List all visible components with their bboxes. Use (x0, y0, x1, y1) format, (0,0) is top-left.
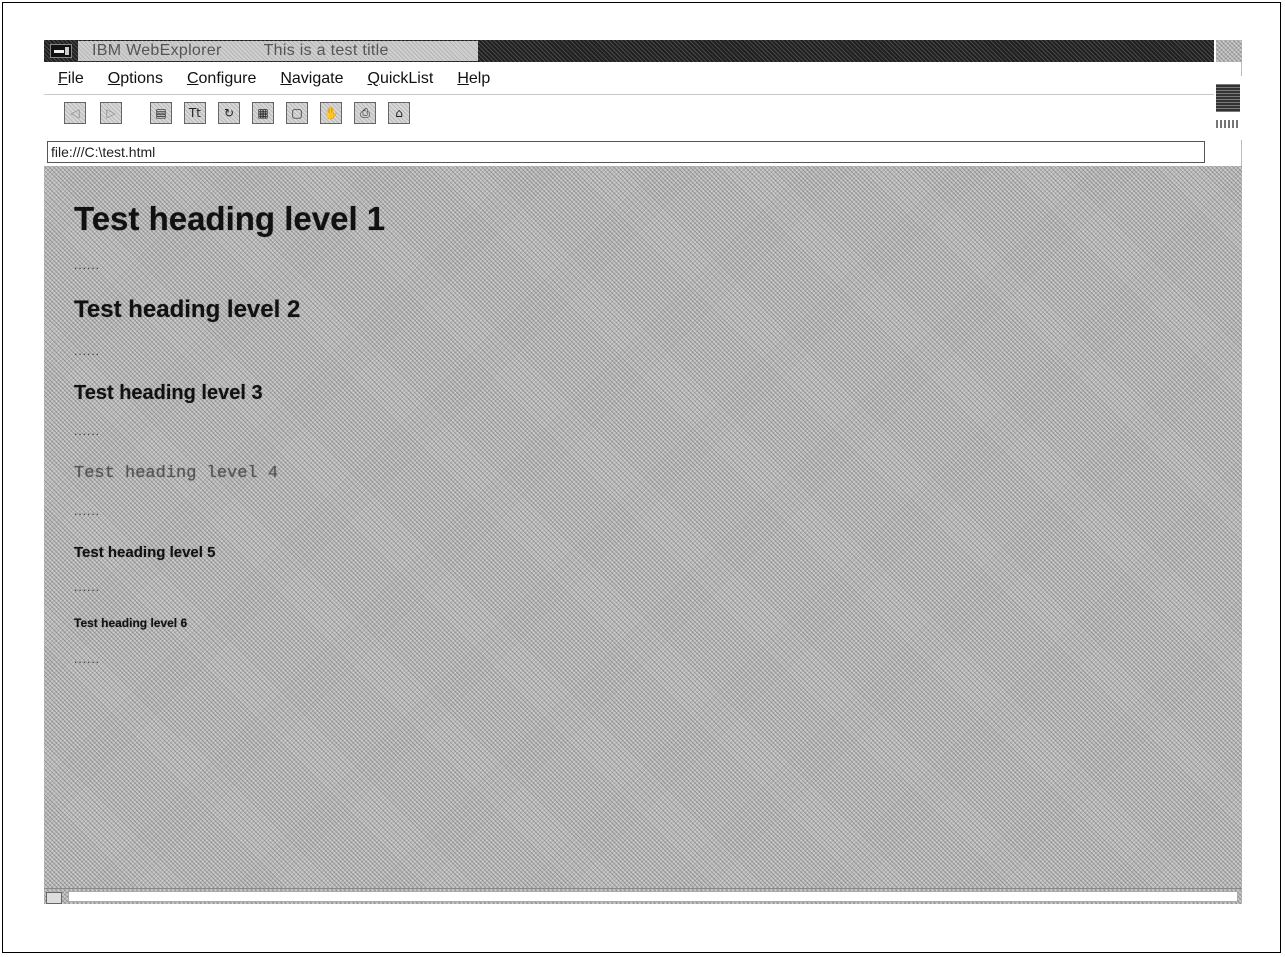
stop-button[interactable]: ✋ (320, 102, 342, 124)
progress-icon (1216, 120, 1240, 128)
app-name: IBM WebExplorer (92, 42, 222, 59)
window-title: IBM WebExplorer This is a test title (78, 41, 478, 61)
heading-level-2: Test heading level 2 (74, 296, 301, 323)
url-field[interactable]: file:///C:\test.html (47, 141, 1205, 163)
heading-level-3: Test heading level 3 (74, 382, 263, 404)
print-button[interactable]: ⎙ (354, 102, 376, 124)
home-button[interactable]: ⌂ (388, 102, 410, 124)
heading-level-6: Test heading level 6 (74, 616, 188, 630)
forward-icon: ▷ (106, 106, 116, 120)
globe-icon (1216, 84, 1240, 112)
system-menu-icon[interactable] (50, 44, 72, 58)
reload-icon: ↻ (223, 106, 235, 120)
stop-icon: ✋ (323, 106, 339, 120)
heading-level-1: Test heading level 1 (74, 200, 386, 237)
heading-level-5: Test heading level 5 (74, 544, 216, 561)
print-icon: ⎙ (360, 105, 370, 120)
document-title: This is a test title (263, 42, 389, 59)
open-document-icon: ▤ (155, 106, 167, 120)
separator-text: ...... (74, 580, 101, 594)
text-button[interactable]: Tt (184, 102, 206, 124)
separator-text: ...... (74, 504, 101, 518)
map-icon: ▦ (257, 106, 269, 120)
back-button[interactable]: ◁ (64, 102, 86, 124)
title-bar[interactable]: IBM WebExplorer This is a test title (44, 40, 1214, 62)
separator-text: ...... (74, 652, 101, 666)
title-bar-edge (1216, 40, 1242, 62)
home-icon: ⌂ (395, 106, 403, 120)
open-document-button[interactable]: ▤ (150, 102, 172, 124)
activity-indicator (1216, 76, 1242, 140)
heading-level-4: Test heading level 4 (74, 464, 279, 483)
status-bar (44, 888, 1242, 904)
page-button[interactable]: ▢ (286, 102, 308, 124)
separator-text: ...... (74, 258, 101, 272)
toolbar: ◁ ▷ ▤ Tt ↻ ▦ ▢ ✋ ⎙ ⌂ (44, 94, 1214, 140)
menu-navigate[interactable]: Navigate (268, 70, 355, 88)
browser-window: IBM WebExplorer This is a test title Fil… (44, 40, 1242, 904)
document-view[interactable]: Test heading level 1 ...... Test heading… (44, 166, 1242, 888)
menu-quicklist[interactable]: QuickList (356, 70, 446, 88)
map-button[interactable]: ▦ (252, 102, 274, 124)
menu-configure[interactable]: Configure (175, 70, 268, 88)
separator-text: ...... (74, 424, 101, 438)
menu-help[interactable]: Help (445, 70, 502, 88)
page-icon: ▢ (291, 106, 303, 120)
text-icon: Tt (188, 106, 202, 120)
status-field (68, 891, 1238, 902)
forward-button[interactable]: ▷ (100, 102, 122, 124)
resize-handle-icon[interactable] (46, 892, 62, 904)
menu-file[interactable]: File (44, 70, 96, 88)
reload-button[interactable]: ↻ (218, 102, 240, 124)
menu-options[interactable]: Options (96, 70, 175, 88)
back-icon: ◁ (70, 106, 80, 120)
menu-bar: File Options Configure Navigate QuickLis… (44, 66, 1214, 92)
separator-text: ...... (74, 344, 101, 358)
